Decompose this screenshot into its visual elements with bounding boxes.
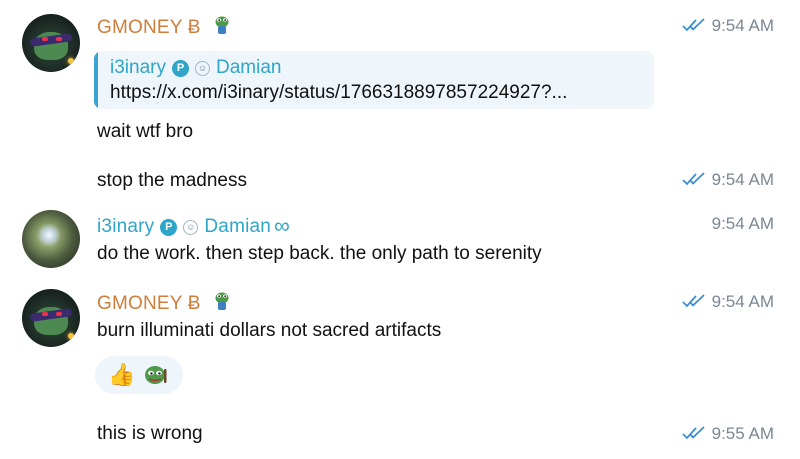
- time-text: 9:54 AM: [711, 16, 774, 35]
- sender-name[interactable]: GMONEY Ƀ: [97, 15, 230, 39]
- message-time: 9:54 AM: [681, 170, 774, 190]
- message-text: do the work. then step back. the only pa…: [97, 243, 542, 264]
- infinity-icon: ∞: [274, 213, 290, 238]
- pepe-icon: [145, 366, 167, 384]
- message-time: 9:54 AM: [681, 292, 774, 312]
- premium-badge-icon: P: [171, 60, 189, 77]
- thumbs-up-reaction[interactable]: 👍: [108, 363, 135, 387]
- pepe-reaction[interactable]: [143, 363, 169, 394]
- frog-emoji-icon: [215, 292, 229, 310]
- sender-name[interactable]: i3inary P ☺ Damian ∞: [97, 213, 290, 239]
- time-text: 9:54 AM: [711, 170, 774, 189]
- time-text: 9:55 AM: [711, 424, 774, 443]
- message-time: 9:54 AM: [711, 214, 774, 233]
- sender-name-text: i3inary: [97, 216, 155, 237]
- gmoney-avatar[interactable]: [22, 14, 80, 72]
- sender-name-text: GMONEY Ƀ: [97, 17, 201, 38]
- time-text: 9:54 AM: [711, 292, 774, 311]
- reply-sender-name: i3inary: [110, 57, 166, 78]
- reply-link-text: https://x.com/i3inary/status/17663188978…: [110, 82, 568, 103]
- sender-name[interactable]: GMONEY Ƀ: [97, 291, 230, 315]
- reactions-bar: 👍: [95, 356, 183, 394]
- reply-sender: i3inary P ☺ Damian: [110, 57, 281, 79]
- double-check-icon: [681, 171, 705, 185]
- double-check-icon: [681, 17, 705, 31]
- sender-name-text: GMONEY Ƀ: [97, 293, 201, 314]
- premium-badge-icon: P: [160, 219, 178, 236]
- reply-bar: [94, 51, 98, 109]
- i3inary-avatar[interactable]: [22, 210, 80, 268]
- emoji-status-icon: ☺: [183, 220, 199, 235]
- reply-quote[interactable]: i3inary P ☺ Damian https://x.com/i3inary/st…: [94, 51, 654, 109]
- message-text: burn illuminati dollars not sacred artif…: [97, 320, 442, 341]
- chat-area: GMONEY Ƀ 9:54 AM i3inary P ☺ Damian https:/…: [0, 0, 800, 459]
- message-text: wait wtf bro: [97, 121, 194, 142]
- double-check-icon: [681, 425, 705, 439]
- double-check-icon: [681, 293, 705, 307]
- gmoney-avatar[interactable]: [22, 289, 80, 347]
- emoji-status-icon: ☺: [194, 61, 210, 76]
- message-time: 9:55 AM: [681, 424, 774, 444]
- message-text: stop the madness: [97, 170, 247, 191]
- reply-secondary-name: Damian: [215, 57, 282, 78]
- message-text: this is wrong: [97, 423, 203, 444]
- sender-secondary-name: Damian: [204, 216, 272, 237]
- frog-emoji-icon: [215, 16, 229, 34]
- message-time: 9:54 AM: [681, 16, 774, 36]
